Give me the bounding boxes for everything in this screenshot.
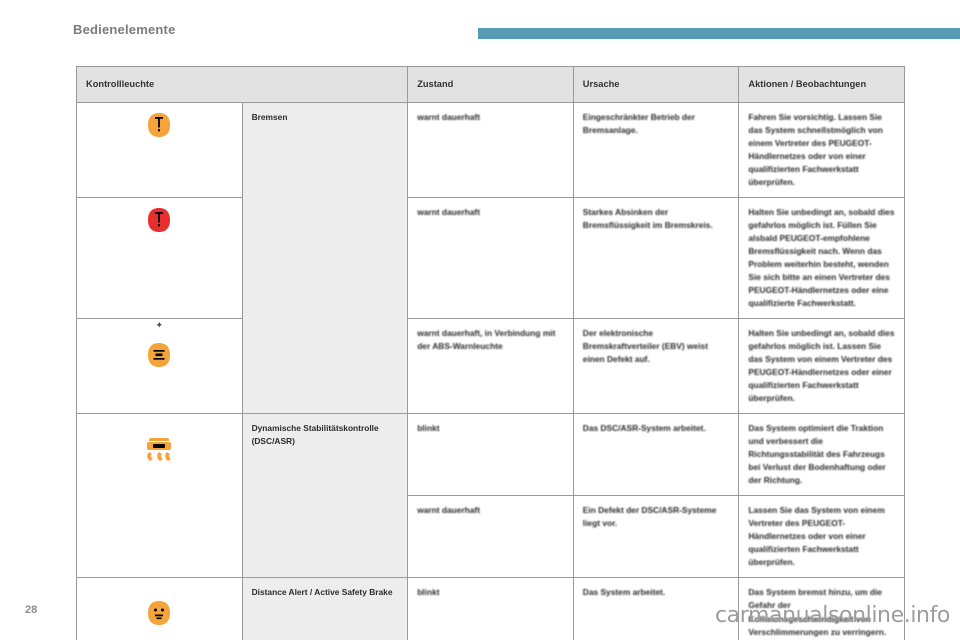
warning-lights-table: Kontrollleuchte Zustand Ursache Aktionen…	[75, 66, 905, 640]
cause-cell: Das DSC/ASR-System arbeitet.	[572, 413, 740, 497]
system-name-cell: Distance Alert / Active Safety Brake	[241, 577, 409, 640]
system-name-cell: Bremsen	[241, 101, 409, 415]
column-header-aktionen: Aktionen / Beobachtungen	[738, 66, 905, 103]
state-cell: blinkt	[407, 413, 574, 497]
icon-cell	[76, 101, 243, 199]
table-row: Dynamische Stabilitätskontrolle (DSC/ASR…	[76, 413, 905, 579]
action-cell: Lassen Sie das System von einem Vertrete…	[738, 495, 905, 579]
brake-warning-orange-icon	[144, 112, 174, 138]
brake-warning-red-icon	[144, 207, 174, 233]
table-row: ✦ warnt dauerhaft, in Verbindung mit der…	[76, 318, 905, 415]
abs-brake-wear-orange-icon	[144, 342, 174, 368]
state-cell: warnt dauerhaft	[407, 495, 574, 579]
action-cell: Halten Sie unbedingt an, sobald dies gef…	[738, 318, 905, 415]
site-watermark: carmanualsonline.info	[714, 603, 950, 628]
icon-cell: ✦	[76, 318, 243, 415]
action-cell: Halten Sie unbedingt an, sobald dies gef…	[738, 197, 905, 320]
asterisk-marker-icon: ✦	[155, 320, 164, 331]
icon-cell	[76, 413, 243, 579]
distance-alert-orange-icon	[144, 600, 174, 626]
cause-cell: Eingeschränkter Betrieb der Bremsanlage.	[572, 101, 740, 199]
page-header-title: Bedienelemente	[73, 22, 176, 37]
icon-cell	[76, 197, 243, 320]
system-name-cell: Dynamische Stabilitätskontrolle (DSC/ASR…	[241, 413, 409, 579]
table-header-row: Kontrollleuchte Zustand Ursache Aktionen…	[75, 66, 905, 103]
state-cell: warnt dauerhaft	[407, 197, 574, 320]
column-header-zustand: Zustand	[407, 66, 574, 103]
cause-cell: Der elektronische Bremskraftverteiler (E…	[572, 318, 740, 415]
icon-cell	[76, 577, 243, 640]
table-row: warnt dauerhaft Starkes Absinken der Bre…	[76, 197, 905, 320]
dsc-asr-skid-icon	[143, 434, 175, 464]
action-cell: Das System optimiert die Traktion und ve…	[738, 413, 905, 497]
manual-page: Bedienelemente Kontrollleuchte Zustand U…	[0, 0, 960, 640]
cause-cell: Starkes Absinken der Bremsflüssigkeit im…	[572, 197, 740, 320]
table-row: Bremsen warnt dauerhaft Eingeschränkter …	[76, 101, 905, 415]
state-cell: blinkt	[407, 577, 574, 640]
state-cell: warnt dauerhaft, in Verbindung mit der A…	[407, 318, 574, 415]
header-accent-bar	[478, 28, 960, 39]
action-cell: Fahren Sie vorsichtig. Lassen Sie das Sy…	[738, 101, 905, 199]
page-number: 28	[25, 604, 38, 616]
cause-cell: Ein Defekt der DSC/ASR-Systeme liegt vor…	[572, 495, 740, 579]
column-header-kontrollleuchte: Kontrollleuchte	[75, 66, 409, 103]
state-cell: warnt dauerhaft	[407, 101, 574, 199]
column-header-ursache: Ursache	[572, 66, 740, 103]
